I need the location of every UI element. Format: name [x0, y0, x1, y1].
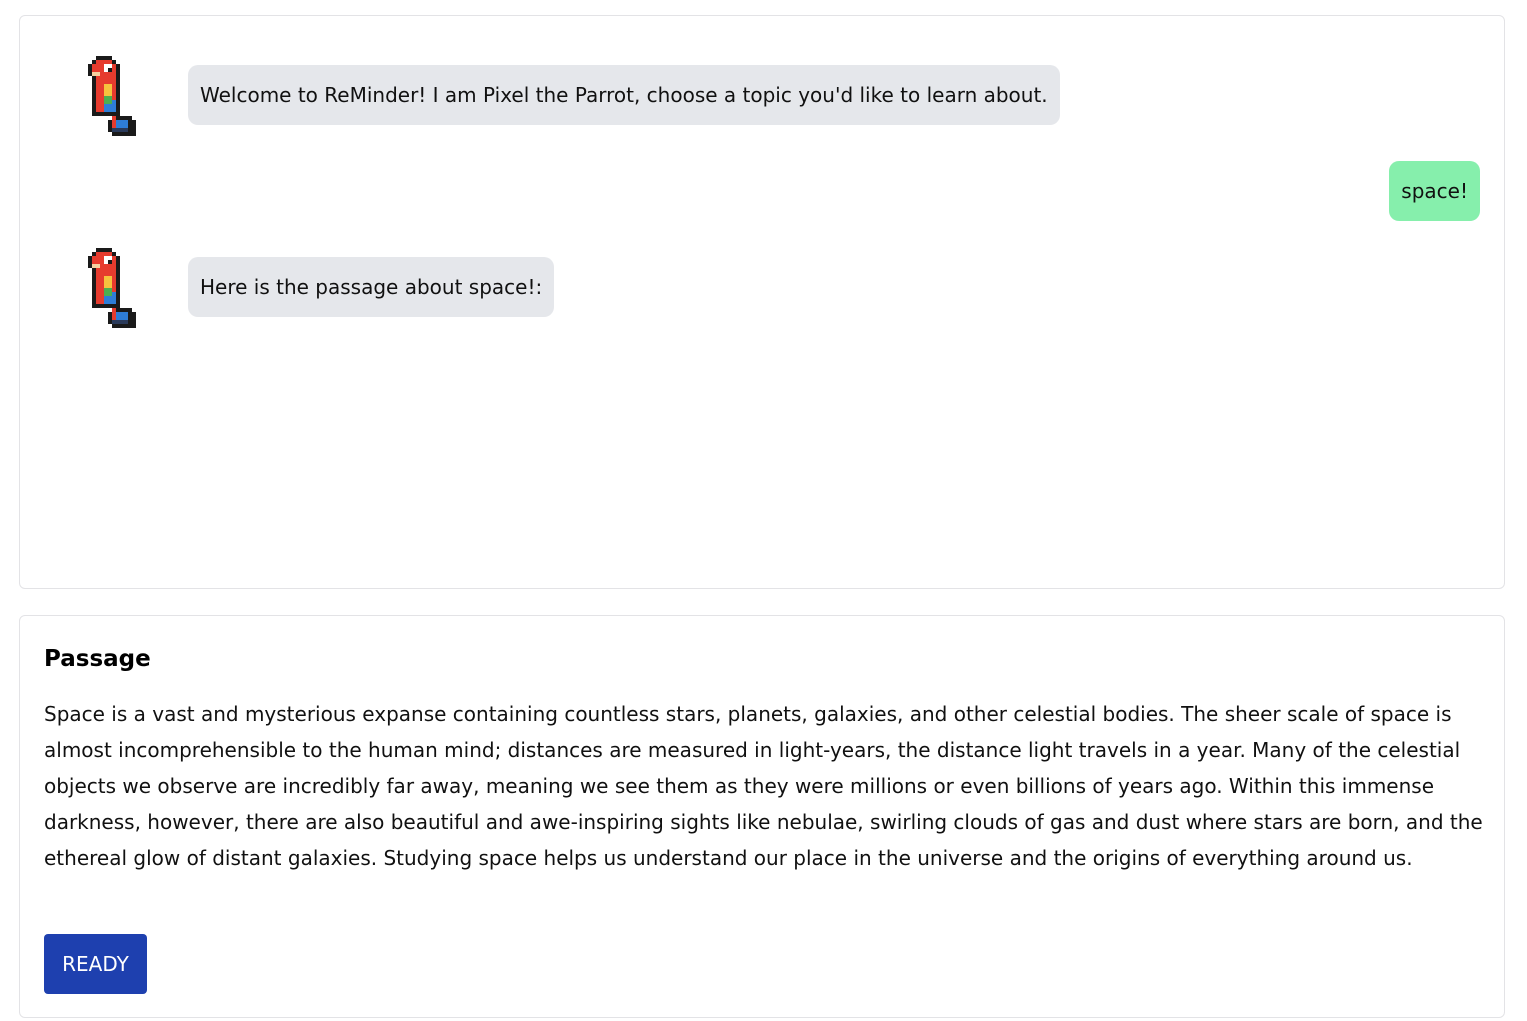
bot-message-bubble: Welcome to ReMinder! I am Pixel the Parr… [188, 65, 1060, 125]
parrot-icon [84, 248, 140, 328]
ready-button[interactable]: READY [44, 934, 147, 994]
chat-panel: Welcome to ReMinder! I am Pixel the Parr… [19, 15, 1505, 589]
user-message-bubble: space! [1389, 161, 1480, 221]
parrot-icon [84, 56, 140, 136]
passage-panel: Passage Space is a vast and mysterious e… [19, 615, 1505, 1018]
bot-message-bubble: Here is the passage about space!: [188, 257, 555, 317]
passage-title: Passage [44, 646, 151, 672]
passage-text: Space is a vast and mysterious expanse c… [44, 702, 1483, 870]
